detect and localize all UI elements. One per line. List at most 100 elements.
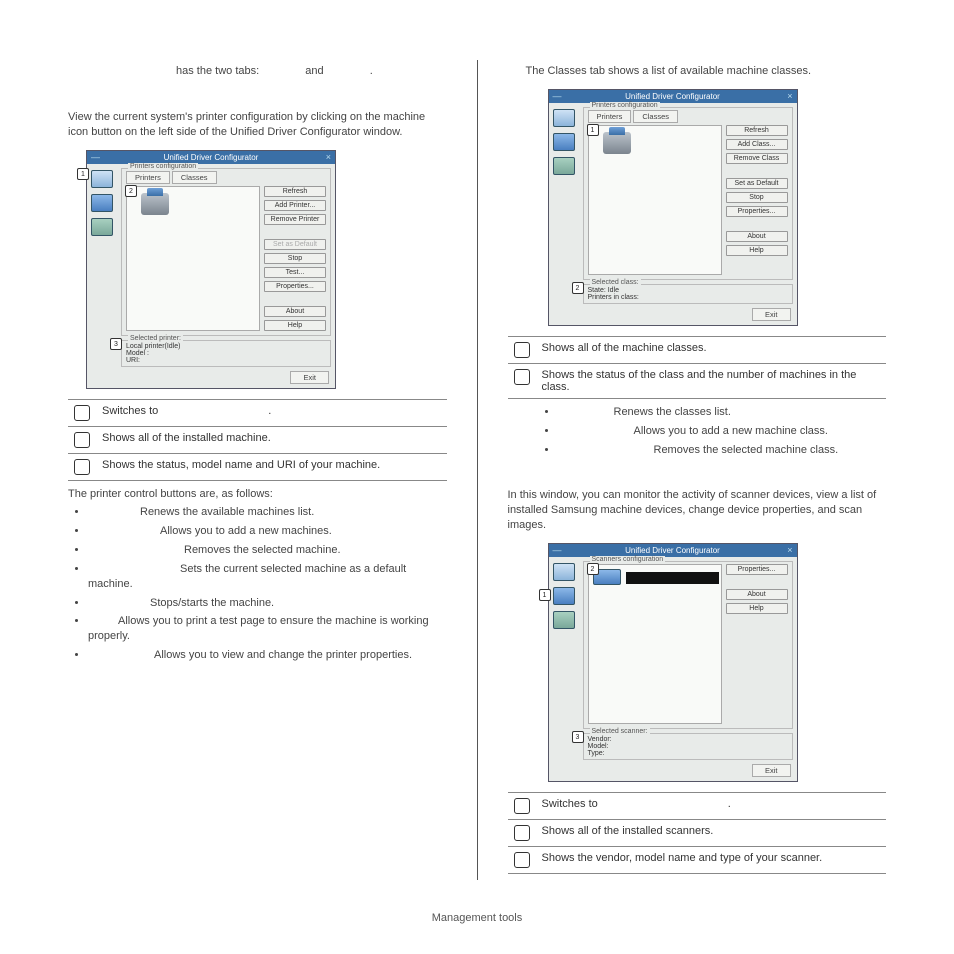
dialog-title: Unified Driver Configurator <box>164 153 259 162</box>
exit-button[interactable]: Exit <box>752 764 791 777</box>
dialog-titlebar: — Unified Driver Configurator × <box>87 151 335 164</box>
printers-config-group: Printers configuration Printers Classes … <box>583 107 793 280</box>
dialog-window-scanners: — Unified Driver Configurator × 1 Scanne… <box>548 543 798 782</box>
exit-button[interactable]: Exit <box>752 308 791 321</box>
about-button[interactable]: About <box>726 589 788 600</box>
row-3: Shows the vendor, model name and type of… <box>536 846 887 873</box>
num-2 <box>514 825 530 841</box>
num-1 <box>514 798 530 814</box>
set-default-button[interactable]: Set as Default <box>264 239 326 250</box>
properties-button[interactable]: Properties... <box>264 281 326 292</box>
remove-class-button[interactable]: Remove Class <box>726 153 788 164</box>
close-icon[interactable]: × <box>787 545 792 555</box>
row-1: Switches to. <box>96 399 447 426</box>
close-icon[interactable]: × <box>787 91 792 101</box>
selected-l2: Model: <box>588 743 788 750</box>
dialog-title: Unified Driver Configurator <box>625 546 720 555</box>
callout-2: 2 <box>125 185 137 197</box>
tab-printers[interactable]: Printers <box>126 171 170 184</box>
printer-icon[interactable] <box>553 563 575 581</box>
num-3 <box>74 459 90 475</box>
selected-l3: URI: <box>126 357 326 364</box>
group-title: Scanners configuration <box>590 556 666 563</box>
help-button[interactable]: Help <box>726 603 788 614</box>
classes-bullet-list: Renews the classes list. Allows you to a… <box>558 405 887 458</box>
dialog-window: — Unified Driver Configurator × 1 Printe… <box>86 150 336 389</box>
group-title: Printers configuration <box>128 163 198 170</box>
num-3 <box>514 852 530 868</box>
tab-printers[interactable]: Printers <box>588 110 632 123</box>
scanner-bar <box>626 572 719 584</box>
callout-1: 1 <box>539 589 551 601</box>
intro-para: View the current system's printer config… <box>68 110 447 140</box>
selected-l1: Local printer(Idle) <box>126 343 326 350</box>
minimize-icon[interactable]: — <box>553 545 562 555</box>
text: and <box>305 65 323 77</box>
button-column: Refresh Add Class... Remove Class Set as… <box>726 125 788 275</box>
selected-title: Selected printer: <box>128 335 183 342</box>
row-2: Shows all of the installed scanners. <box>536 819 887 846</box>
port-side-icon[interactable] <box>91 218 113 236</box>
group-title: Printers configuration <box>590 102 660 109</box>
scanners-callout-table: Switches to. Shows all of the installed … <box>508 792 887 874</box>
refresh-button[interactable]: Refresh <box>264 186 326 197</box>
num-2 <box>74 432 90 448</box>
scanner-side-icon[interactable] <box>553 133 575 151</box>
help-button[interactable]: Help <box>726 245 788 256</box>
callout-2: 2 <box>572 282 584 294</box>
heading-printers-tab <box>68 89 447 104</box>
footer-text: Management tools <box>0 900 954 944</box>
minimize-icon[interactable]: — <box>91 152 100 162</box>
scanner-list[interactable]: 2 <box>588 564 722 724</box>
row-3: Shows the status, model name and URI of … <box>96 453 447 480</box>
close-icon[interactable]: × <box>326 152 331 162</box>
dialog-titlebar: — Unified Driver Configurator × <box>549 90 797 103</box>
port-side-icon[interactable] <box>553 157 575 175</box>
stop-button[interactable]: Stop <box>264 253 326 264</box>
refresh-button[interactable]: Refresh <box>726 125 788 136</box>
dialog-window-classes: — Unified Driver Configurator × Printers… <box>548 89 798 326</box>
intro-line: has the two tabs: and . <box>176 64 447 79</box>
row-2: Shows the status of the class and the nu… <box>536 363 887 398</box>
tab-classes[interactable]: Classes <box>172 171 217 184</box>
exit-button[interactable]: Exit <box>290 371 329 384</box>
port-side-icon[interactable] <box>553 611 575 629</box>
test-button[interactable]: Test... <box>264 267 326 278</box>
printer-icon[interactable] <box>553 109 575 127</box>
properties-button[interactable]: Properties... <box>726 564 788 575</box>
add-printer-button[interactable]: Add Printer... <box>264 200 326 211</box>
about-button[interactable]: About <box>726 231 788 242</box>
printer-bullet-list: Renews the available machines list. Allo… <box>88 505 447 663</box>
minimize-icon[interactable]: — <box>553 91 562 101</box>
properties-button[interactable]: Properties... <box>726 206 788 217</box>
selected-printer-box: 3 Selected printer: Local printer(Idle) … <box>121 340 331 367</box>
remove-printer-button[interactable]: Remove Printer <box>264 214 326 225</box>
printers-callout-table: Switches to. Shows all of the installed … <box>68 399 447 481</box>
add-class-button[interactable]: Add Class... <box>726 139 788 150</box>
class-list[interactable]: 1 <box>588 125 722 275</box>
printer-icon[interactable] <box>91 170 113 188</box>
stop-button[interactable]: Stop <box>726 192 788 203</box>
printer-list[interactable]: 2 <box>126 186 260 331</box>
bullet-remove: Removes the selected machine. <box>88 543 447 558</box>
about-button[interactable]: About <box>264 306 326 317</box>
text: has the two tabs: <box>176 65 259 77</box>
button-column: Properties... About Help <box>726 564 788 724</box>
row-1: Switches to. <box>536 792 887 819</box>
row-1: Shows all of the machine classes. <box>536 336 887 363</box>
button-column: Refresh Add Printer... Remove Printer Se… <box>264 186 326 331</box>
tab-classes[interactable]: Classes <box>633 110 678 123</box>
page: has the two tabs: and . View the current… <box>0 0 954 900</box>
scanner-side-icon[interactable] <box>91 194 113 212</box>
selected-l2: Model : <box>126 350 326 357</box>
text: . <box>370 65 373 77</box>
classes-intro: The Classes tab shows a list of availabl… <box>526 64 887 79</box>
classes-callout-table: Shows all of the machine classes. Shows … <box>508 336 887 399</box>
scanner-side-icon[interactable] <box>553 587 575 605</box>
set-default-button[interactable]: Set as Default <box>726 178 788 189</box>
help-button[interactable]: Help <box>264 320 326 331</box>
heading-scanners-config <box>508 467 887 482</box>
selected-l2: Printers in class: <box>588 294 788 301</box>
bullet-add: Allows you to add a new machines. <box>88 524 447 539</box>
callout-1: 1 <box>77 168 89 180</box>
